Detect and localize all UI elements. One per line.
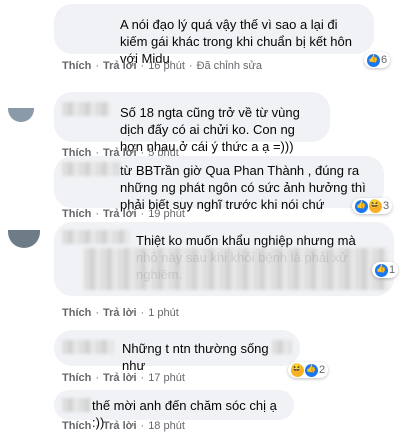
avatar[interactable] <box>8 230 40 248</box>
comment-actions: Thích · Trả lời · 16 phút · Đã chỉnh sửa <box>62 60 263 72</box>
reaction-summary[interactable]: 6 <box>364 52 391 68</box>
like-link[interactable]: Thích <box>62 208 91 220</box>
comment-actions: Thích · Trả lời · 17 phút <box>62 372 185 384</box>
comment-bubble: Số 18 ngta cũng trở về từ vùng dịch đấy … <box>54 92 330 154</box>
like-icon <box>355 199 368 213</box>
redacted-name <box>62 340 114 354</box>
like-link[interactable]: Thích <box>62 307 91 319</box>
redacted-name <box>62 230 130 244</box>
redacted-content <box>84 248 388 290</box>
comment-actions: Thích · Trả lời · 19 phút <box>62 208 185 220</box>
like-icon <box>305 363 318 377</box>
comment-time[interactable]: 19 phút <box>148 208 185 220</box>
comment-actions: Thích · Trả lời · 18 phút <box>62 420 185 432</box>
haha-icon <box>369 199 382 213</box>
reply-link[interactable]: Trả lời <box>103 372 137 384</box>
reaction-summary[interactable]: 1 <box>372 262 399 278</box>
reaction-count: 2 <box>319 364 326 376</box>
comment-time[interactable]: 18 phút <box>148 420 185 432</box>
redacted-name <box>62 162 120 176</box>
comment-time[interactable]: 17 phút <box>148 372 185 384</box>
comment-bubble: A nói đạo lý quá vậy thế vì sao a lại đi… <box>54 4 374 66</box>
comment-time[interactable]: 1 phút <box>148 307 179 319</box>
reaction-summary[interactable]: 3 <box>352 198 393 214</box>
redacted-content <box>272 340 292 354</box>
reply-link[interactable]: Trả lời <box>103 420 137 432</box>
reply-link[interactable]: Trả lời <box>103 208 137 220</box>
reply-link[interactable]: Trả lời <box>103 307 137 319</box>
edited-label: Đã chỉnh sửa <box>196 60 263 72</box>
like-link[interactable]: Thích <box>62 420 91 432</box>
reaction-count: 1 <box>389 264 396 276</box>
like-icon <box>375 263 388 277</box>
reaction-summary[interactable]: 2 <box>288 362 329 378</box>
comment-text: từ BBTrần giờ Qua Phan Thành , đúng ra n… <box>120 163 366 212</box>
comment-bubble: thế mời anh đến chăm sóc chị ạ :)) <box>54 390 294 430</box>
avatar[interactable] <box>8 108 34 122</box>
reaction-count: 6 <box>381 54 388 66</box>
redacted-name <box>62 398 90 412</box>
reaction-count: 3 <box>383 200 390 212</box>
comment-actions: Thích · Trả lời · 1 phút <box>62 307 179 319</box>
reply-link[interactable]: Trả lời <box>103 60 137 72</box>
haha-icon <box>291 363 304 377</box>
comment-time[interactable]: 16 phút <box>148 60 185 72</box>
like-link[interactable]: Thích <box>62 60 91 72</box>
like-link[interactable]: Thích <box>62 372 91 384</box>
redacted-name <box>62 102 110 116</box>
like-icon <box>367 53 380 67</box>
comment-text: Những t ntn thường sống như <box>122 341 269 373</box>
